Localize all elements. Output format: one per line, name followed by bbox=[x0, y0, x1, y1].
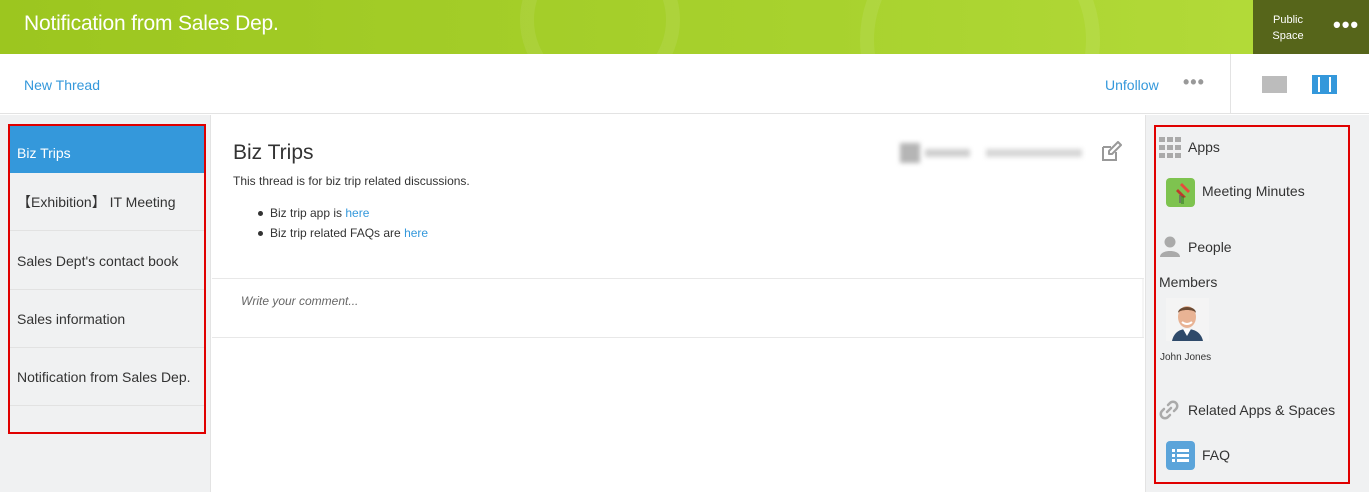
more-horizontal-icon[interactable]: ••• bbox=[1183, 72, 1205, 93]
unfollow-link[interactable]: Unfollow bbox=[1105, 77, 1159, 93]
list-item: Biz trip app is here bbox=[257, 206, 428, 226]
person-icon bbox=[1160, 236, 1180, 257]
author-name bbox=[925, 149, 970, 157]
thread-item-sales-information[interactable]: Sales information bbox=[8, 290, 204, 348]
header-decoration bbox=[860, 0, 1100, 54]
faq-app-icon[interactable] bbox=[1166, 441, 1195, 470]
members-label: Members bbox=[1159, 274, 1218, 290]
link-icon bbox=[1159, 400, 1179, 420]
faq-link[interactable]: here bbox=[404, 226, 428, 240]
comment-input[interactable]: Write your comment... bbox=[212, 279, 1142, 337]
updated-date bbox=[986, 149, 1082, 157]
member-avatar[interactable] bbox=[1166, 298, 1209, 341]
new-thread-link[interactable]: New Thread bbox=[24, 77, 100, 93]
thread-item-it-meeting[interactable]: 【Exhibition】 IT Meeting bbox=[8, 173, 204, 231]
comment-section: Write your comment... bbox=[212, 278, 1144, 338]
meeting-minutes-app-icon[interactable] bbox=[1166, 178, 1195, 207]
toolbar-divider bbox=[1230, 54, 1231, 114]
member-name[interactable]: John Jones bbox=[1160, 352, 1211, 363]
thread-description: This thread is for biz trip related disc… bbox=[233, 174, 470, 188]
thread-title: Biz Trips bbox=[233, 141, 314, 164]
space-type-label: Public Space bbox=[1272, 14, 1304, 42]
thread-item-biz-trips[interactable]: Biz Trips bbox=[8, 125, 204, 180]
single-pane-view-icon[interactable] bbox=[1262, 76, 1287, 93]
three-pane-view-icon[interactable] bbox=[1312, 75, 1337, 94]
edit-icon[interactable] bbox=[1100, 141, 1122, 163]
space-header: Notification from Sales Dep. Public Spac… bbox=[0, 0, 1369, 54]
space-title: Notification from Sales Dep. bbox=[24, 12, 279, 35]
thread-content: Biz Trips This thread is for biz trip re… bbox=[212, 115, 1144, 492]
space-type-panel: Public Space ••• bbox=[1253, 0, 1369, 54]
thread-author-meta bbox=[900, 143, 1086, 163]
comment-placeholder: Write your comment... bbox=[241, 294, 359, 308]
thread-item-contact-book[interactable]: Sales Dept's contact book bbox=[8, 232, 204, 290]
apps-grid-icon bbox=[1159, 137, 1181, 158]
related-apps-spaces-label: Related Apps & Spaces bbox=[1188, 402, 1336, 418]
list-item-text: Biz trip app is bbox=[270, 206, 346, 220]
thread-list-sidebar: Biz Trips 【Exhibition】 IT Meeting Sales … bbox=[0, 115, 211, 492]
thread-item-notification[interactable]: Notification from Sales Dep. bbox=[8, 348, 204, 406]
people-label: People bbox=[1188, 239, 1232, 255]
biz-trip-app-link[interactable]: here bbox=[345, 206, 369, 220]
list-item: Biz trip related FAQs are here bbox=[257, 226, 428, 246]
thread-bullet-list: Biz trip app is here Biz trip related FA… bbox=[257, 206, 428, 246]
author-avatar bbox=[900, 143, 920, 163]
header-decoration bbox=[520, 0, 680, 54]
app-link-meeting-minutes[interactable]: Meeting Minutes bbox=[1202, 183, 1305, 199]
list-item-text: Biz trip related FAQs are bbox=[270, 226, 405, 240]
app-link-faq[interactable]: FAQ bbox=[1202, 447, 1230, 463]
thread-toolbar: New Thread Unfollow ••• bbox=[0, 54, 1369, 114]
apps-label: Apps bbox=[1188, 139, 1220, 155]
more-horizontal-icon[interactable]: ••• bbox=[1333, 14, 1359, 36]
